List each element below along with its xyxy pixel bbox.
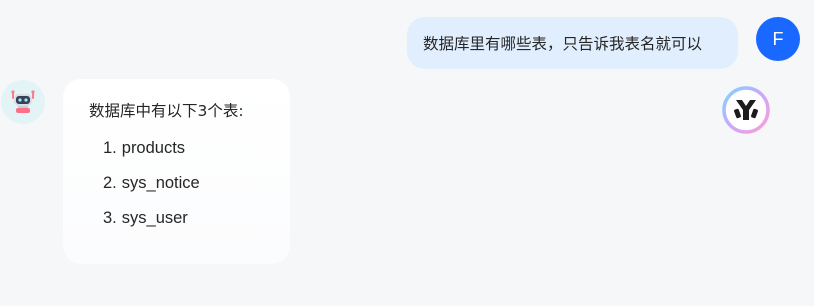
user-message-text: 数据库里有哪些表，只告诉我表名就可以 — [423, 35, 703, 53]
user-avatar-initial: F — [772, 28, 784, 49]
brand-logo[interactable] — [721, 85, 771, 135]
bot-message-bubble: 数据库中有以下3个表: 1. products 2. sys_notice 3. sy… — [63, 79, 290, 264]
list-item-number: 3. — [103, 209, 117, 227]
robot-icon — [11, 90, 35, 113]
bot-avatar — [1, 80, 45, 124]
list-item: 3. sys_user — [103, 209, 290, 244]
bot-message-intro: 数据库中有以下3个表: — [89, 102, 244, 120]
user-message-bubble: 数据库里有哪些表，只告诉我表名就可以 — [407, 17, 738, 69]
list-item-number: 1. — [103, 139, 117, 157]
brand-logo-icon — [722, 86, 770, 134]
list-item: 2. sys_notice — [103, 174, 290, 209]
list-item: 1. products — [103, 139, 290, 174]
table-name: sys_notice — [121, 174, 200, 192]
table-name-list: 1. products 2. sys_notice 3. sys_user — [89, 139, 290, 244]
user-avatar[interactable]: F — [756, 17, 800, 61]
table-name: sys_user — [121, 209, 188, 227]
table-name: products — [121, 139, 186, 157]
list-item-number: 2. — [103, 174, 117, 192]
